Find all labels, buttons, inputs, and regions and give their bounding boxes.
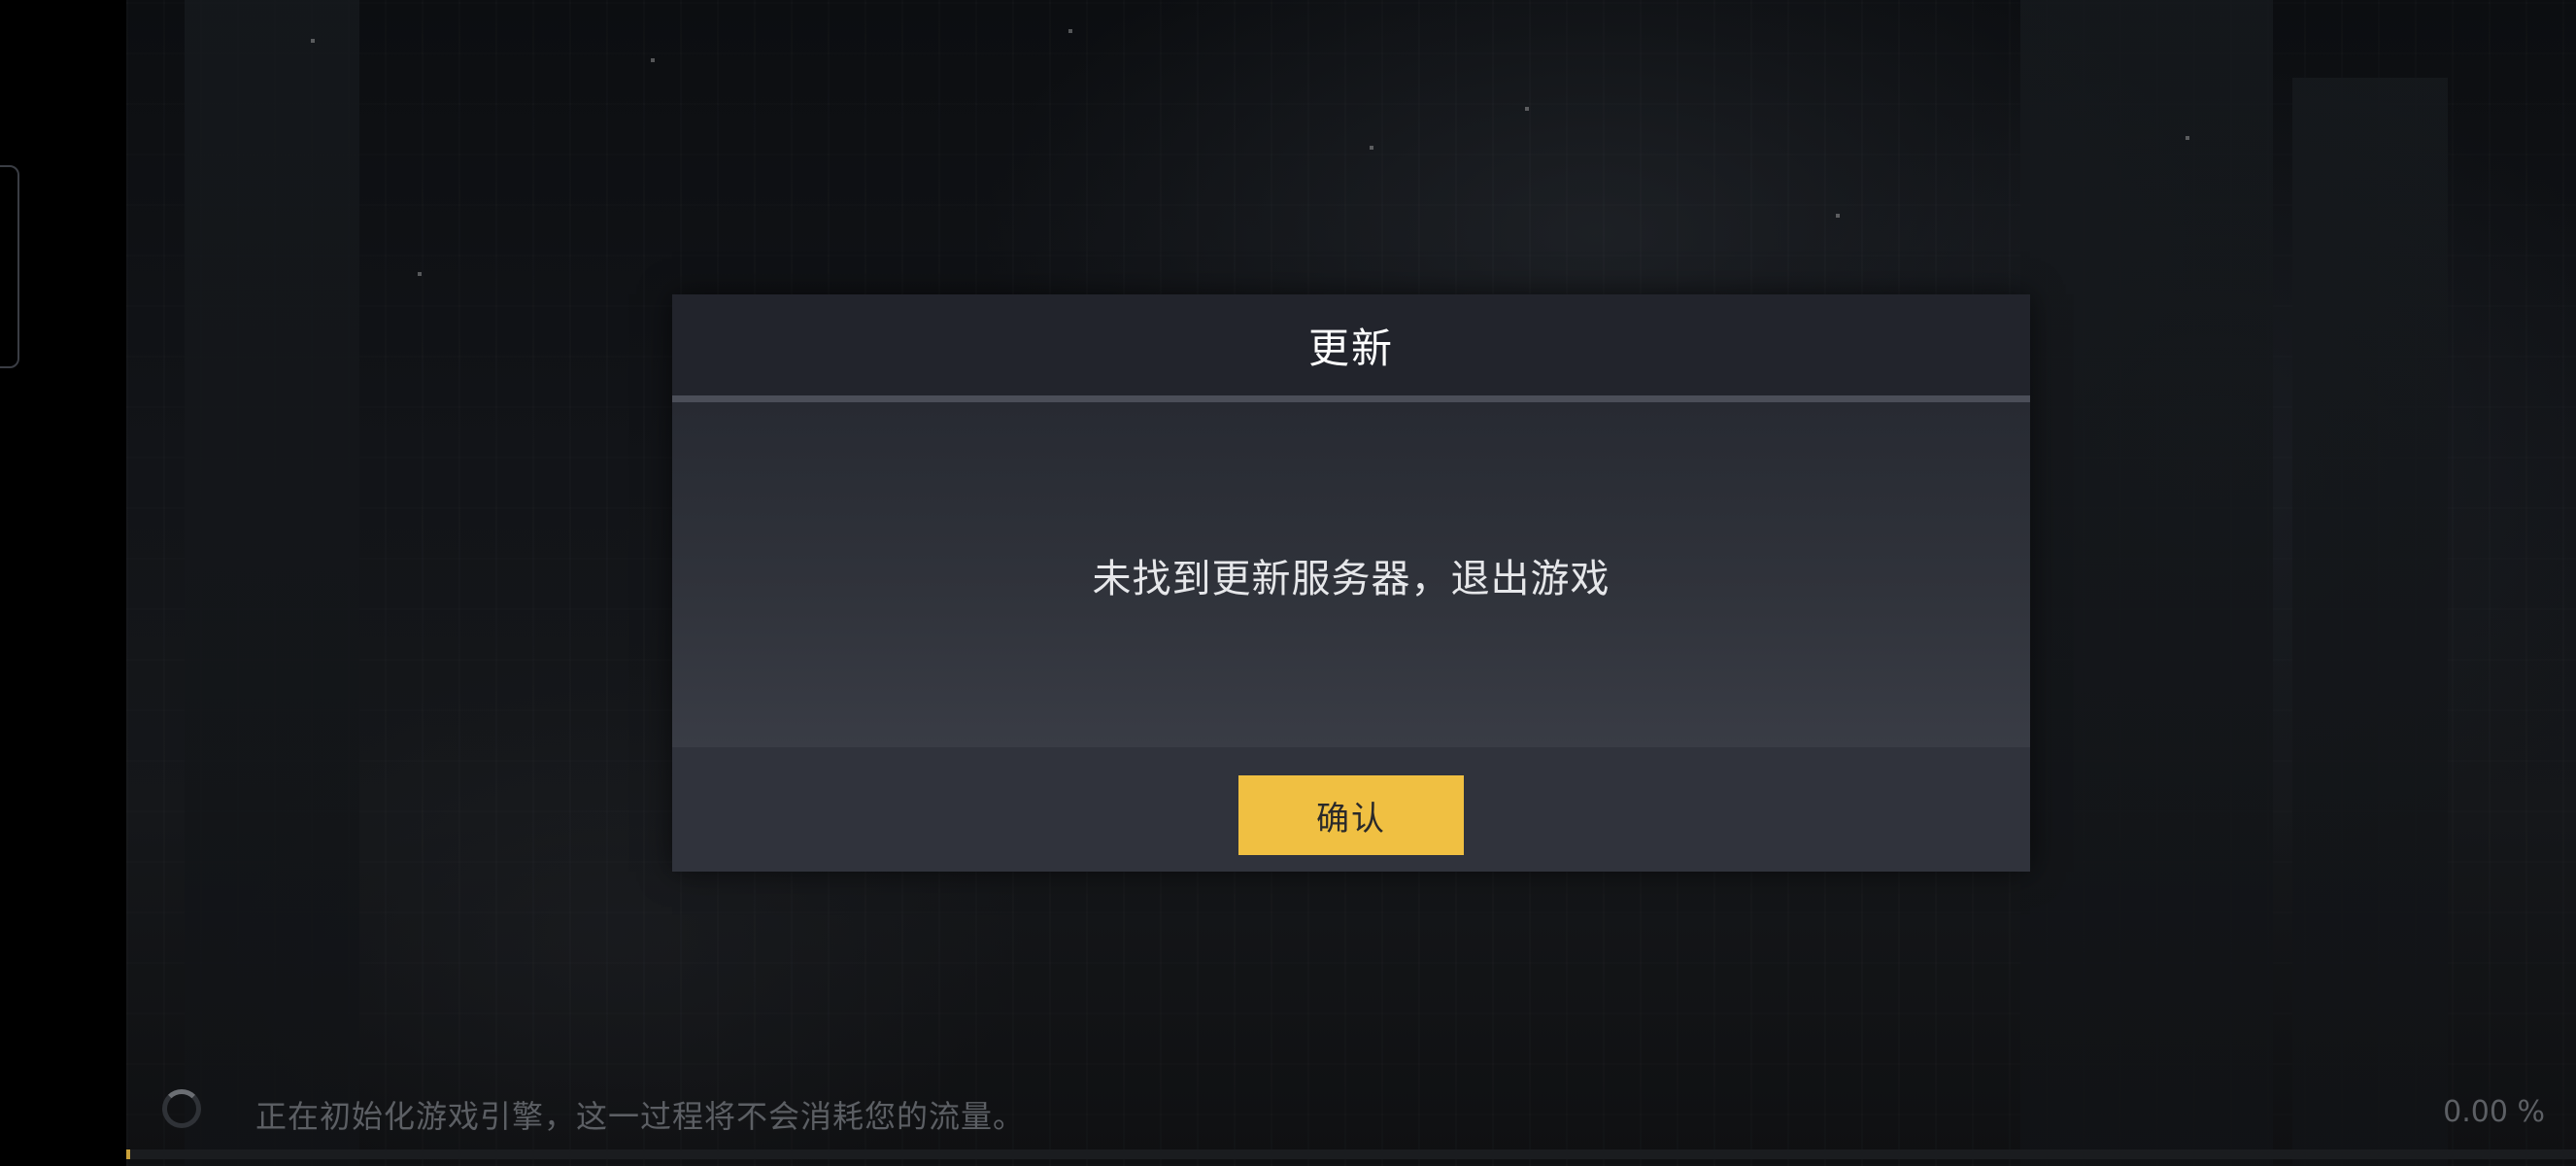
side-edge-handle[interactable] xyxy=(0,165,19,368)
update-dialog: 更新 未找到更新服务器，退出游戏 确认 xyxy=(672,294,2030,872)
dialog-body: 未找到更新服务器，退出游戏 xyxy=(672,402,2030,747)
loading-spinner-icon xyxy=(162,1089,201,1128)
game-screen: 更新 未找到更新服务器，退出游戏 确认 正在初始化游戏引擎，这一过程将不会消耗您… xyxy=(0,0,2576,1166)
dialog-header: 更新 xyxy=(672,294,2030,402)
left-black-bar xyxy=(0,0,126,1166)
progress-percent: 0.00 % xyxy=(2443,1095,2545,1129)
loading-status-text: 正在初始化游戏引擎，这一过程将不会消耗您的流量。 xyxy=(255,1098,1026,1135)
dialog-title: 更新 xyxy=(1307,324,1394,372)
loading-progress-fill xyxy=(126,1149,130,1159)
dialog-message: 未找到更新服务器，退出游戏 xyxy=(1092,556,1610,601)
loading-progress-bar xyxy=(126,1149,2576,1159)
dialog-footer: 确认 xyxy=(672,747,2030,872)
confirm-button[interactable]: 确认 xyxy=(1238,775,1464,855)
